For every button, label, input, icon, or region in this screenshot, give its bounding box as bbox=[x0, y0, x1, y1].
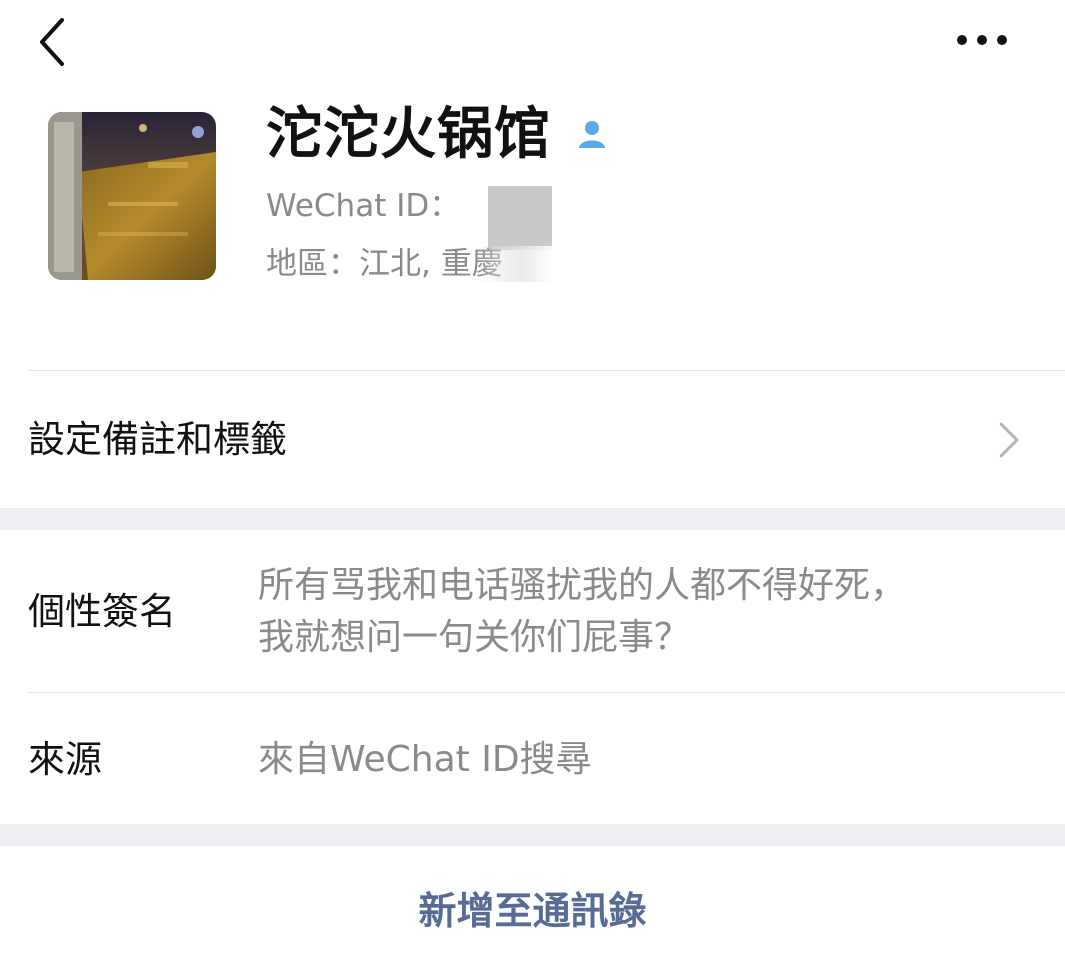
contact-profile-page: 沱沱火锅馆 WeChat ID： 地區：江北, 重慶 設定備註和標籤 個性簽名 … bbox=[0, 0, 1065, 969]
wechat-id-label: WeChat ID： bbox=[266, 188, 461, 224]
region-line: 地區：江北, 重慶 bbox=[266, 244, 503, 284]
back-button[interactable] bbox=[30, 10, 80, 70]
section-separator bbox=[0, 508, 1065, 530]
signature-text-line-2: 我就想问一句关你们屁事？ bbox=[258, 617, 691, 658]
ellipsis-icon bbox=[957, 35, 1007, 45]
navigation-bar bbox=[0, 0, 1065, 84]
region-label: 地區： bbox=[266, 246, 359, 282]
chevron-left-icon bbox=[40, 18, 64, 66]
more-options-button[interactable] bbox=[947, 20, 1017, 60]
divider bbox=[28, 692, 1065, 693]
set-remark-tags-row[interactable]: 設定備註和標籤 bbox=[0, 372, 1065, 508]
source-label: 來源 bbox=[28, 738, 102, 781]
source-value: 來自WeChat ID搜尋 bbox=[258, 739, 592, 780]
divider bbox=[28, 370, 1065, 371]
remark-tags-label: 設定備註和標籤 bbox=[28, 418, 287, 461]
person-icon bbox=[574, 116, 610, 152]
avatar-image bbox=[48, 112, 216, 280]
contact-name: 沱沱火锅馆 bbox=[266, 102, 551, 167]
add-to-contacts-button[interactable]: 新增至通訊錄 bbox=[0, 846, 1065, 969]
chevron-right-icon bbox=[997, 420, 1021, 460]
add-to-contacts-label: 新增至通訊錄 bbox=[418, 889, 647, 933]
redacted-region-smear bbox=[474, 246, 554, 282]
wechat-id-line: WeChat ID： bbox=[266, 186, 460, 226]
profile-header: 沱沱火锅馆 WeChat ID： 地區：江北, 重慶 bbox=[0, 84, 1065, 370]
redacted-id bbox=[488, 186, 552, 250]
signature-text-line-1: 所有骂我和电话骚扰我的人都不得好死， bbox=[258, 565, 907, 606]
section-separator bbox=[0, 824, 1065, 846]
avatar[interactable] bbox=[48, 112, 216, 280]
signature-label: 個性簽名 bbox=[28, 590, 176, 633]
